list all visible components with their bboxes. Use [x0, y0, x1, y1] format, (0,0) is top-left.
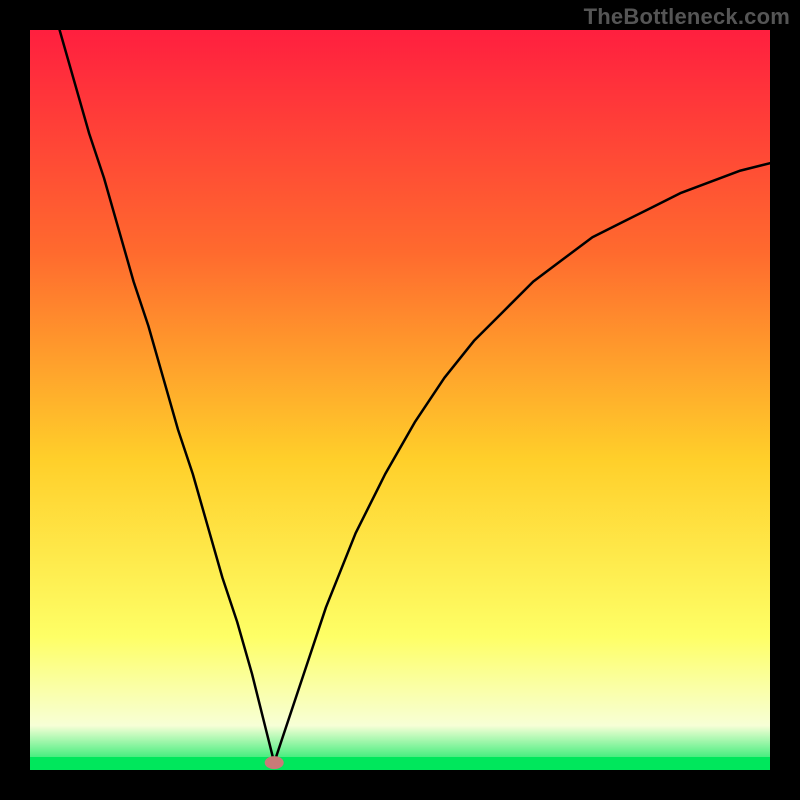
optimal-point-marker	[265, 757, 283, 769]
chart-frame: TheBottleneck.com	[0, 0, 800, 800]
gradient-background	[30, 30, 770, 770]
attribution-label: TheBottleneck.com	[584, 4, 790, 30]
bottleneck-chart	[30, 30, 770, 770]
green-bottom-band	[30, 757, 770, 770]
